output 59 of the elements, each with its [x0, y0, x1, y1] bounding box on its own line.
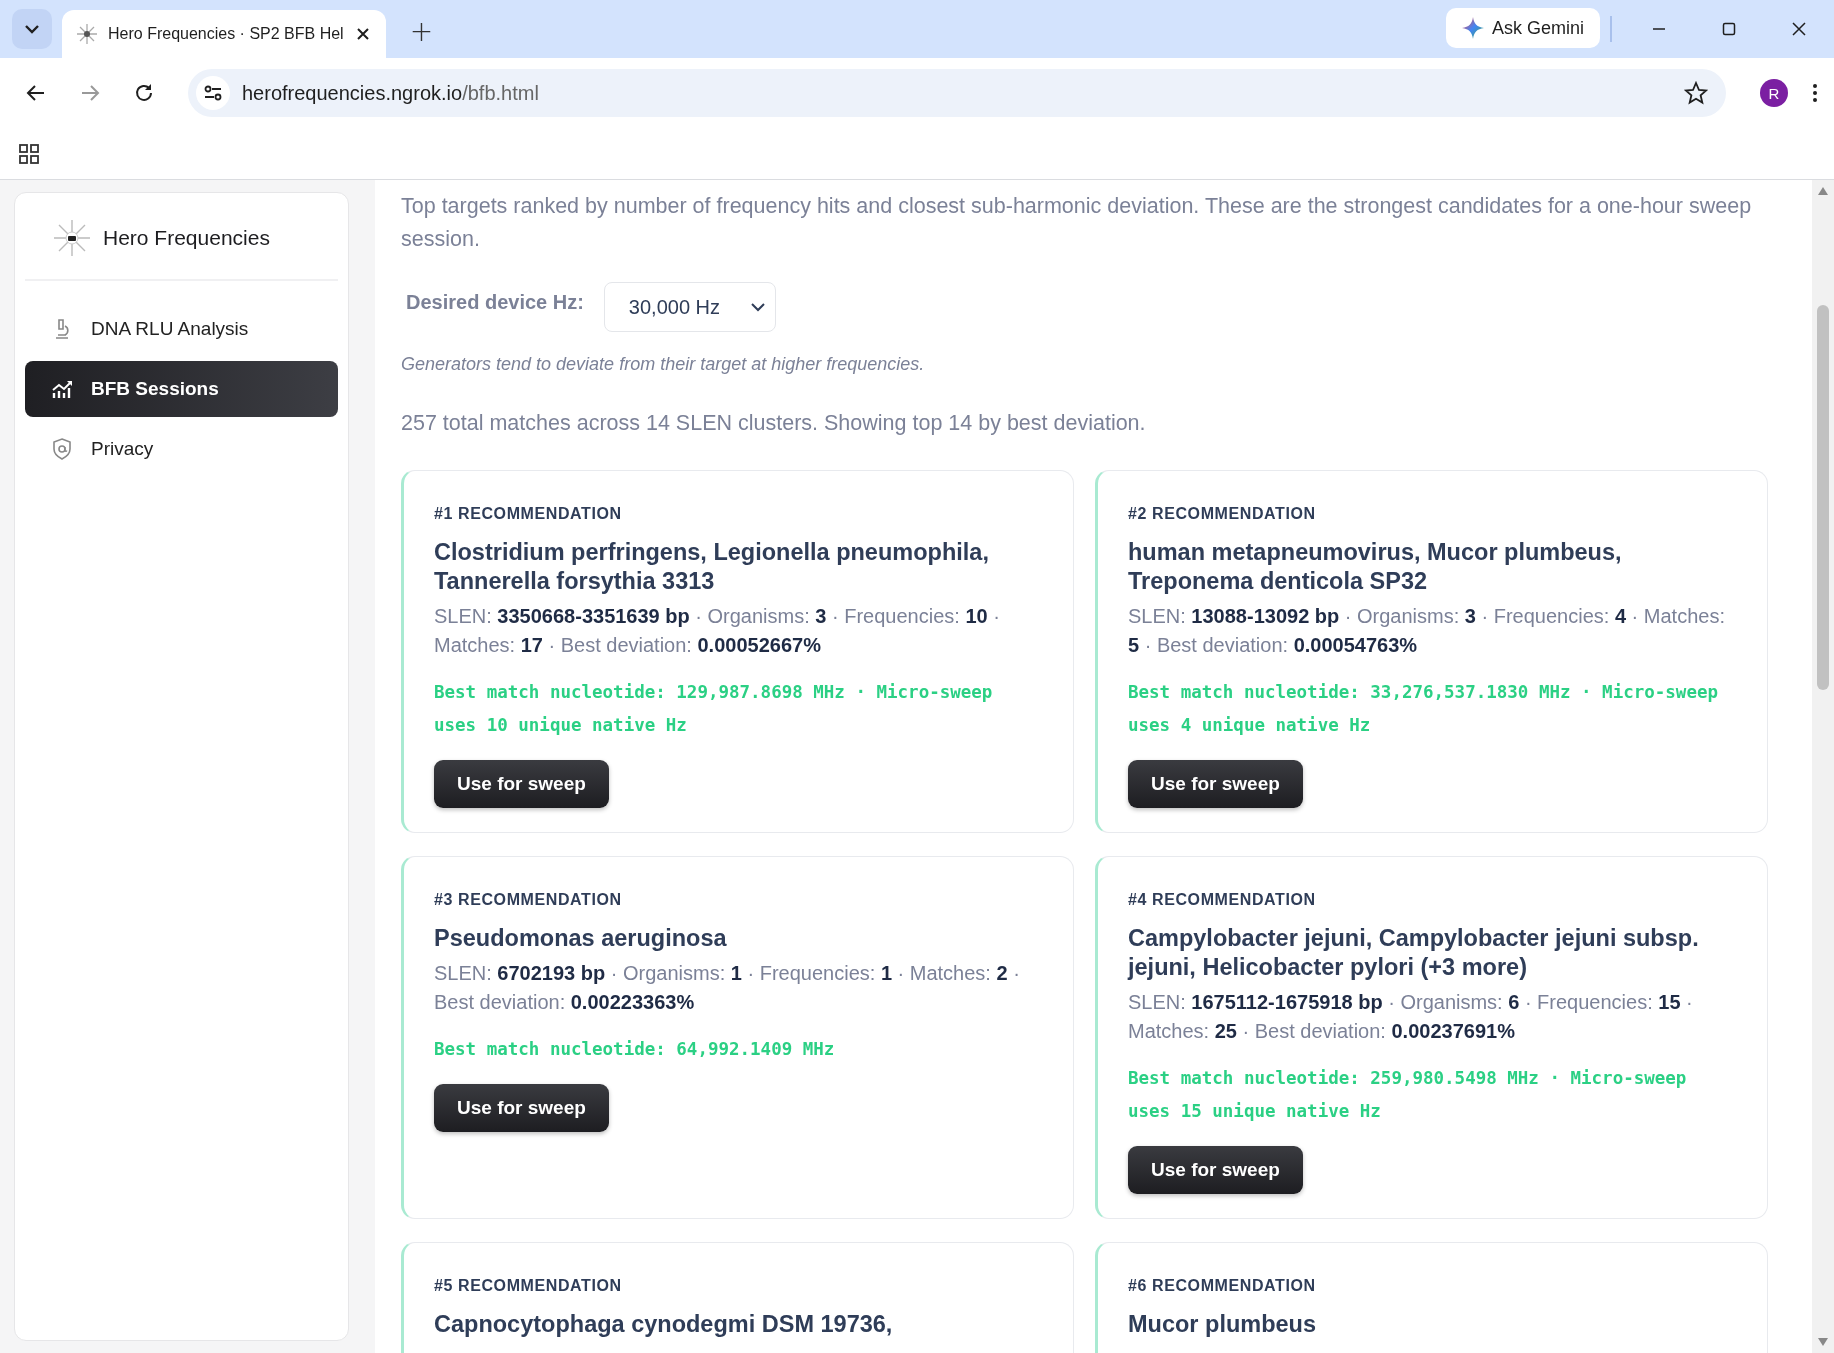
nucleotide-text: Best match nucleotide: 33,276,537.1830 MHz · Micro-sweep uses 4 unique native Hz [1128, 681, 1719, 737]
chevron-down-icon [750, 302, 765, 312]
match-summary: 257 total matches across 14 SLEN clusters. Showing top 14 by best deviation. [401, 411, 1147, 436]
chart-icon [51, 379, 73, 399]
more-icon[interactable] [1812, 83, 1818, 103]
nav-item[interactable]: DNA RLU Analysis [25, 301, 338, 357]
recommendation-rank: #1 RECOMMENDATION [434, 505, 623, 523]
recommendation-rank: #3 RECOMMENDATION [434, 891, 623, 909]
brand-name: Hero Frequencies [103, 226, 270, 250]
close-icon[interactable] [1791, 21, 1807, 37]
scrollbar[interactable] [1812, 180, 1834, 1353]
new-tab-button[interactable]: + [403, 15, 440, 48]
cluster-stats: SLEN: 1675112-1675918 bp · Organisms: 6 · Frequencies: 15 · Matches: 25 · Best deviation: 0.00237691% [1128, 990, 1694, 1044]
card-title: Campylobacter jejuni, Campylobacter jejuni subsp. jejuni, Helicobacter pylori (+3 more) [1128, 924, 1700, 982]
nav-item[interactable]: Privacy [25, 421, 338, 477]
nucleotide-text: Best match nucleotide: 259,980.5498 MHz · Micro-sweep uses 15 unique native Hz [1128, 1067, 1688, 1123]
device-hz-label: Desired device Hz: [406, 290, 584, 314]
recommendation-rank: #2 RECOMMENDATION [1128, 505, 1317, 523]
tab-search-button[interactable] [12, 9, 52, 49]
use-for-sweep-button[interactable]: Use for sweep [1128, 760, 1303, 808]
url-text: herofrequencies.ngrok.io/bfb.html [242, 81, 540, 105]
profile-avatar[interactable]: R [1760, 79, 1788, 107]
nucleotide-text: Best match nucleotide: 129,987.8698 MHz · Micro-sweep uses 10 unique native Hz [434, 681, 994, 737]
site-settings-icon[interactable] [196, 76, 230, 110]
use-for-sweep-button[interactable]: Use for sweep [434, 1084, 609, 1132]
cluster-stats: SLEN: 6702193 bp · Organisms: 1 · Frequencies: 1 · Matches: 2 · Best deviation: 0.00223363% [434, 961, 1021, 1015]
chevron-down-icon [24, 24, 40, 34]
nucleotide-text: Best match nucleotide: 64,992.1409 MHz [434, 1038, 836, 1061]
device-hz-select[interactable]: 30,000 Hz [603, 282, 776, 332]
card-title: Clostridium perfringens, Legionella pneumophila, Tannerella forsythia 3313 [434, 538, 990, 596]
cluster-stats: SLEN: 13088-13092 bp · Organisms: 3 · Frequencies: 4 · Matches: 5 · Best deviation: 0.00054763% [1128, 604, 1726, 658]
tab-title: Hero Frequencies · SP2 BFB Hel [108, 25, 344, 43]
sparkle-icon [1461, 17, 1484, 39]
scrollbar-thumb[interactable] [1817, 305, 1829, 690]
use-for-sweep-button[interactable]: Use for sweep [1128, 1146, 1303, 1194]
shield-icon [51, 438, 73, 460]
card-title: Mucor plumbeus [1128, 1310, 1317, 1339]
maximize-icon[interactable] [1721, 21, 1737, 37]
address-bar[interactable]: herofrequencies.ngrok.io/bfb.html [188, 69, 1726, 117]
cluster-stats: SLEN: 3350668-3351639 bp · Organisms: 3 · Frequencies: 10 · Matches: 17 · Best deviation: 0.00052667% [434, 604, 1001, 658]
apps-icon[interactable] [19, 143, 39, 164]
starburst-icon [76, 23, 98, 45]
scroll-up-icon[interactable] [1817, 186, 1829, 196]
card-title: Pseudomonas aeruginosa [434, 924, 728, 953]
use-for-sweep-button[interactable]: Use for sweep [434, 760, 609, 808]
card-title: human metapneumovirus, Mucor plumbeus, Treponema denticola SP32 [1128, 538, 1623, 596]
scroll-down-icon[interactable] [1817, 1337, 1829, 1347]
gemini-button[interactable]: Ask Gemini [1445, 8, 1600, 48]
nav-item[interactable]: BFB Sessions [25, 361, 338, 417]
star-icon[interactable] [1684, 81, 1708, 105]
recommendation-rank: #5 RECOMMENDATION [434, 1277, 623, 1295]
recommendation-rank: #6 RECOMMENDATION [1128, 1277, 1317, 1295]
reload-icon[interactable] [133, 82, 155, 104]
logo-icon [53, 219, 91, 257]
card-title: Capnocytophaga cynodegmi DSM 19736, [434, 1310, 894, 1339]
browser-tab[interactable]: Hero Frequencies · SP2 BFB Hel [62, 10, 386, 58]
recommendation-rank: #4 RECOMMENDATION [1128, 891, 1317, 909]
generator-note: Generators tend to deviate from their target at higher frequencies. [401, 354, 926, 375]
intro-text: Top targets ranked by number of frequency hits and closest sub-harmonic deviation. These are the strongest candidates for a one-hour sweep session. [401, 193, 1753, 253]
